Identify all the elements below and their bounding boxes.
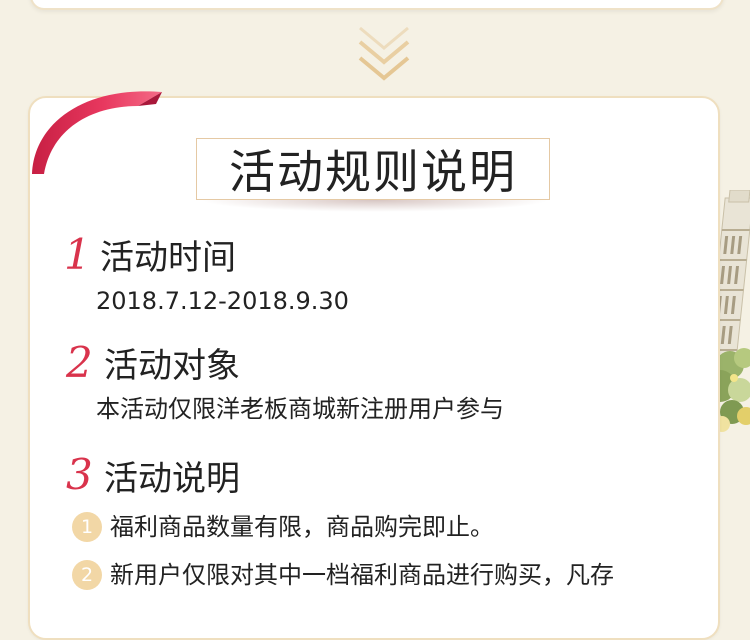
rules-title-box: 活动规则说明 [196,138,550,200]
section-number: 1 [64,230,91,279]
numbered-bullet: 2 [72,560,102,590]
rule-item: 福利商品数量有限，商品购完即止。 [110,513,494,541]
activity-period: 2018.7.12-2018.9.30 [96,287,349,315]
activity-audience: 本活动仅限洋老板商城新注册用户参与 [96,395,504,423]
double-chevron-down-icon [358,26,410,81]
previous-card [30,0,724,10]
title-shadow [200,200,550,212]
section-number: 2 [66,338,93,387]
numbered-bullet: 1 [72,512,102,542]
section-heading-time: 活动时间 [100,238,236,278]
rule-item: 新用户仅限对其中一档福利商品进行购买，凡存 [110,561,614,589]
section-heading-audience: 活动对象 [104,346,240,386]
red-ribbon-icon [32,91,162,174]
section-heading-description: 活动说明 [104,459,240,499]
page-title: 活动规则说明 [229,145,517,199]
section-number: 3 [66,450,93,499]
